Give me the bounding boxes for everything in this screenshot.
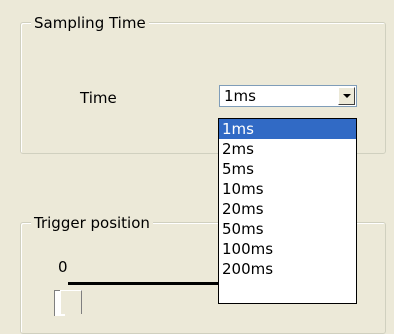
- dropdown-option[interactable]: 5ms: [219, 159, 356, 179]
- time-combobox-value: 1ms: [224, 87, 256, 105]
- dropdown-option[interactable]: 50ms: [219, 219, 356, 239]
- time-label: Time: [80, 89, 117, 107]
- time-dropdown-list[interactable]: 1ms 2ms 5ms 10ms 20ms 50ms 100ms 200ms: [218, 118, 357, 304]
- trigger-slider-thumb[interactable]: [60, 290, 82, 314]
- dropdown-option[interactable]: 2ms: [219, 139, 356, 159]
- trigger-position-title: Trigger position: [31, 214, 153, 232]
- slider-min-label: 0: [58, 258, 68, 276]
- dropdown-option[interactable]: 100ms: [219, 239, 356, 259]
- dropdown-option[interactable]: 10ms: [219, 179, 356, 199]
- chevron-down-icon: [343, 94, 351, 98]
- time-combobox[interactable]: 1ms: [219, 85, 357, 107]
- dropdown-option-selected[interactable]: 1ms: [219, 119, 356, 139]
- dropdown-option[interactable]: 200ms: [219, 259, 356, 279]
- dropdown-option[interactable]: 20ms: [219, 199, 356, 219]
- dropdown-button[interactable]: [338, 87, 355, 105]
- sampling-time-title: Sampling Time: [31, 14, 149, 32]
